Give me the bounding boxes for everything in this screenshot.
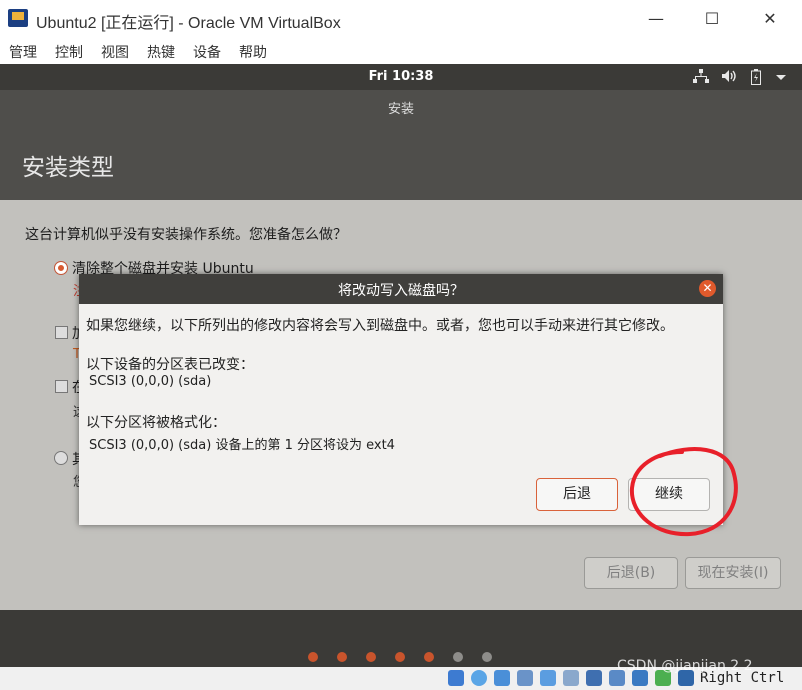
close-window-button[interactable]: ✕ bbox=[750, 6, 790, 32]
maximize-button[interactable]: ☐ bbox=[692, 6, 732, 32]
option-lvm-checkbox[interactable] bbox=[55, 380, 68, 393]
progress-dot bbox=[482, 652, 492, 662]
progress-dot bbox=[337, 652, 347, 662]
menu-help[interactable]: 帮助 bbox=[239, 42, 267, 62]
menu-bar: 管理 控制 视图 热键 设备 帮助 bbox=[0, 38, 802, 64]
hard-disk-icon[interactable] bbox=[448, 670, 464, 686]
page-title: 安装类型 bbox=[22, 155, 114, 181]
virtualbox-icon bbox=[8, 9, 28, 27]
shared-folder-icon[interactable] bbox=[563, 670, 579, 686]
ubuntu-top-panel: Fri 10:38 bbox=[0, 64, 802, 90]
installer-caption: 安装 bbox=[387, 102, 414, 117]
menu-devices[interactable]: 设备 bbox=[193, 42, 221, 62]
progress-dot bbox=[424, 652, 434, 662]
option-other-radio[interactable] bbox=[54, 451, 68, 465]
chevron-down-icon[interactable] bbox=[776, 71, 786, 86]
option-encrypt-checkbox[interactable] bbox=[55, 326, 68, 339]
annotation-circle bbox=[629, 447, 738, 537]
partition-table-device: SCSI3 (0,0,0) (sda) bbox=[89, 374, 212, 389]
network-adapter-icon[interactable] bbox=[517, 670, 533, 686]
network-icon[interactable] bbox=[693, 69, 709, 87]
installer-back-button[interactable]: 后退(B) bbox=[584, 557, 678, 589]
dialog-back-button[interactable]: 后退 bbox=[536, 478, 618, 511]
format-heading: 以下分区将被格式化： bbox=[86, 415, 226, 431]
dialog-header: 将改动写入磁盘吗？ ✕ bbox=[79, 274, 723, 304]
progress-dot bbox=[366, 652, 376, 662]
optical-drive-icon[interactable] bbox=[471, 670, 487, 686]
progress-dot bbox=[453, 652, 463, 662]
dialog-message: 如果您继续，以下所列出的修改内容将会写入到磁盘中。或者，您也可以手动来进行其它修… bbox=[86, 318, 674, 334]
install-now-button[interactable]: 现在安装(I) bbox=[685, 557, 781, 589]
close-icon[interactable]: ✕ bbox=[699, 280, 716, 297]
battery-icon[interactable] bbox=[751, 69, 761, 89]
window-title: Ubuntu2 [正在运行] - Oracle VM VirtualBox bbox=[36, 15, 341, 32]
install-question: 这台计算机似乎没有安装操作系统。您准备怎么做？ bbox=[25, 227, 347, 243]
menu-control[interactable]: 控制 bbox=[55, 42, 83, 62]
clock[interactable]: Fri 10:38 bbox=[0, 69, 802, 84]
option-erase-disk-radio[interactable] bbox=[54, 261, 68, 275]
progress-dot bbox=[395, 652, 405, 662]
partition-table-heading: 以下设备的分区表已改变： bbox=[86, 357, 254, 373]
format-item: SCSI3 (0,0,0) (sda) 设备上的第 1 分区将设为 ext4 bbox=[89, 438, 395, 453]
display-icon[interactable] bbox=[586, 670, 602, 686]
dialog-title: 将改动写入磁盘吗？ bbox=[338, 283, 464, 299]
installer-header: 安装 安装类型 bbox=[0, 90, 802, 200]
audio-icon[interactable] bbox=[494, 670, 510, 686]
menu-hotkeys[interactable]: 热键 bbox=[147, 42, 175, 62]
volume-icon[interactable] bbox=[721, 69, 737, 87]
window-titlebar: Ubuntu2 [正在运行] - Oracle VM VirtualBox — … bbox=[0, 0, 802, 38]
progress-dot bbox=[308, 652, 318, 662]
watermark: CSDN @jianjian 2 2 bbox=[617, 658, 753, 674]
minimize-button[interactable]: — bbox=[636, 6, 676, 32]
usb-icon[interactable] bbox=[540, 670, 556, 686]
menu-manage[interactable]: 管理 bbox=[9, 42, 37, 62]
menu-view[interactable]: 视图 bbox=[101, 42, 129, 62]
